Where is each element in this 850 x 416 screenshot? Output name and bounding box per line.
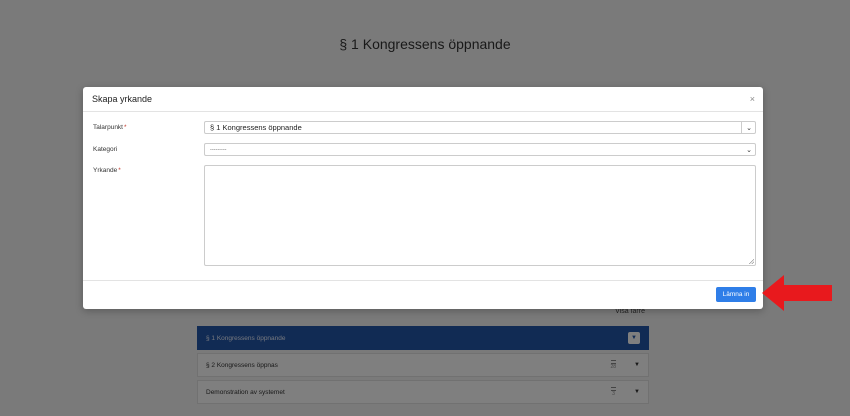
talarpunkt-label: Talarpunkt* (93, 124, 127, 131)
resize-handle-icon[interactable] (749, 259, 754, 264)
close-icon[interactable]: × (750, 94, 755, 104)
modal-footer-divider (83, 280, 763, 281)
talarpunkt-select[interactable]: § 1 Kongressens öppnande ⌄ (204, 121, 756, 134)
chevron-down-icon: ⌄ (746, 146, 752, 154)
chevron-down-icon: ⌄ (746, 124, 752, 132)
kategori-select[interactable]: --------- ⌄ (204, 143, 756, 156)
modal-title: Skapa yrkande (92, 94, 153, 104)
talarpunkt-row: Talarpunkt* § 1 Kongressens öppnande ⌄ (93, 121, 756, 134)
yrkande-label: Yrkande* (93, 167, 121, 174)
kategori-row: Kategori --------- ⌄ (93, 143, 756, 156)
create-motion-modal: Skapa yrkande × Talarpunkt* § 1 Kongress… (83, 87, 763, 309)
modal-header: Skapa yrkande × (83, 87, 763, 112)
yrkande-textarea[interactable] (204, 165, 756, 266)
red-arrow-icon (762, 275, 832, 311)
kategori-label: Kategori (93, 146, 118, 153)
submit-button[interactable]: Lämna in (716, 287, 756, 302)
